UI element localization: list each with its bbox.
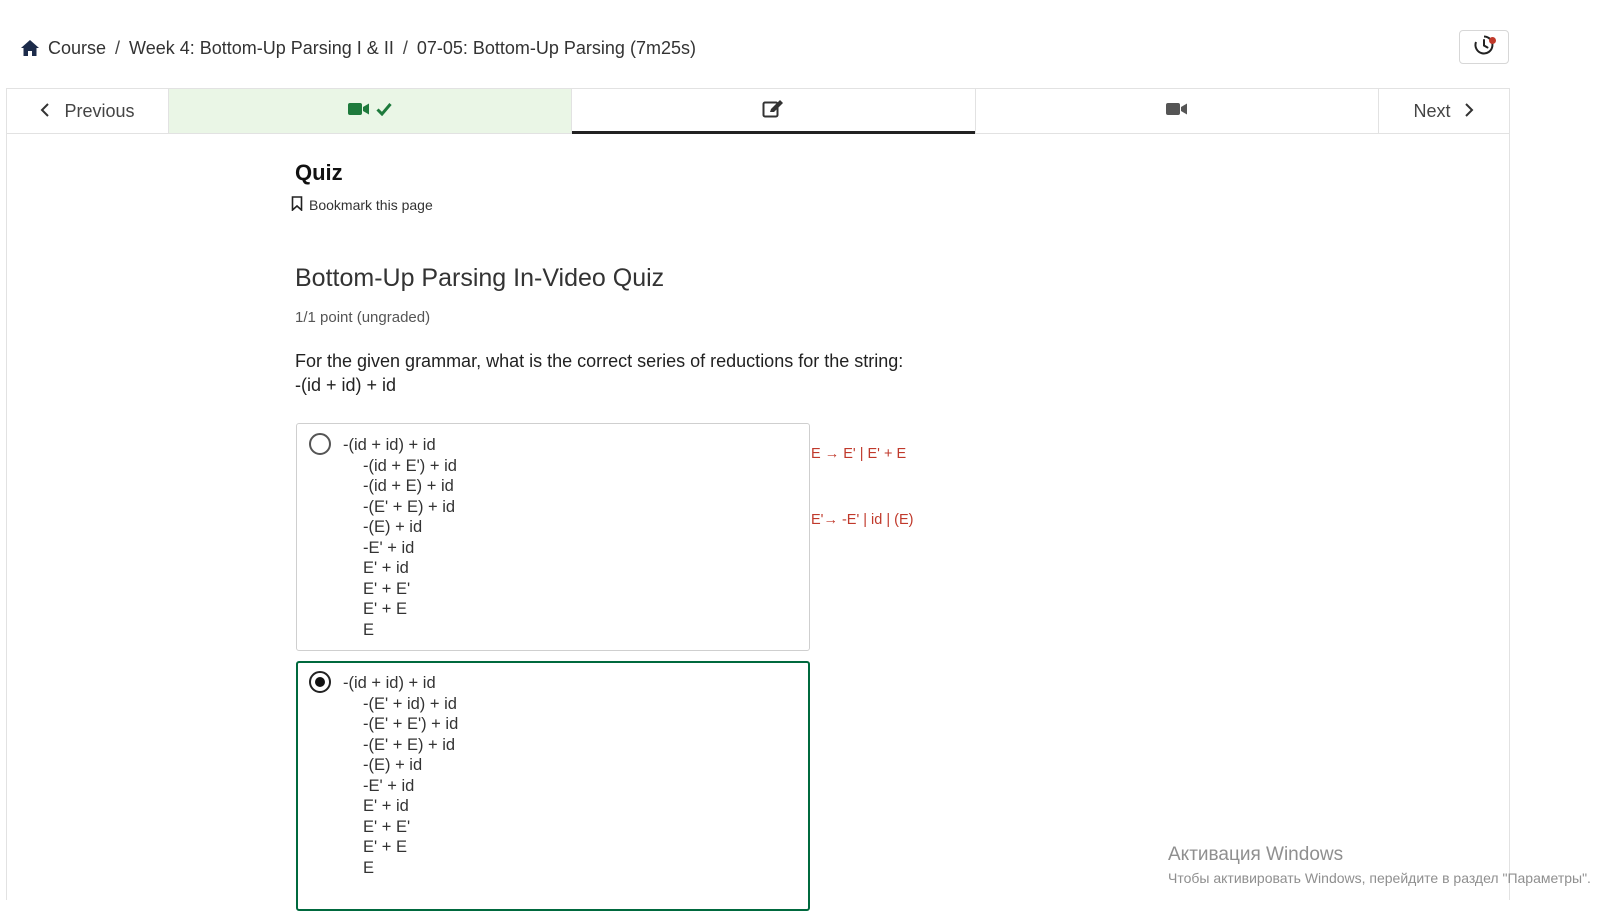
reduction-step: -(E' + E) + id	[363, 735, 456, 754]
reduction-step: -(E' + E') + id	[363, 715, 459, 733]
option-reduction-steps: -(id + id) + id -(E' + id) + id -(E' + E…	[343, 673, 458, 878]
sequence-tab-video[interactable]	[976, 89, 1379, 133]
question-line: For the given grammar, what is the corre…	[295, 351, 904, 371]
reduction-step: E' + E'	[363, 579, 411, 598]
bookmark-button[interactable]: Bookmark this page	[291, 196, 433, 214]
next-label: Next	[1413, 100, 1451, 121]
reduction-step: -(E) + id	[363, 756, 423, 774]
option-reduction-steps: -(id + id) + id -(id + E') + id -(id + E…	[343, 435, 457, 640]
reduction-step: -E' + id	[363, 538, 415, 557]
breadcrumb-separator: /	[402, 38, 408, 58]
problem-title: Bottom-Up Parsing In-Video Quiz	[295, 264, 665, 292]
next-button[interactable]: Next	[1379, 89, 1509, 133]
radio-button-checked[interactable]	[309, 671, 331, 693]
problem-points: 1/1 point (ungraded)	[295, 309, 431, 326]
question-string: -(id + id) + id	[295, 375, 397, 395]
grammar-annotation: E → E' | E' + E E'→ -E' | id | (E)	[811, 399, 914, 553]
reduction-step: E' + E	[363, 838, 407, 856]
watermark-subtitle: Чтобы активировать Windows, перейдите в …	[1168, 870, 1591, 886]
reduction-step: E' + E	[363, 600, 407, 618]
breadcrumb-week-link[interactable]: Week 4: Bottom-Up Parsing I & II	[129, 38, 394, 59]
reduction-step: -(E' + E) + id	[363, 497, 456, 516]
previous-button[interactable]: Previous	[7, 89, 169, 133]
reduction-step: -(E' + id) + id	[363, 694, 457, 713]
grammar-rule: E → E' | E' + E	[811, 446, 907, 462]
watermark-title: Активация Windows	[1168, 844, 1344, 865]
bookmark-icon	[291, 196, 303, 214]
answer-option[interactable]: -(id + id) + id -(id + E') + id -(id + E…	[296, 423, 810, 651]
video-camera-icon	[1165, 102, 1188, 121]
radio-button[interactable]	[309, 433, 331, 455]
previous-label: Previous	[64, 100, 135, 121]
sequence-navigation: Previous Next	[6, 88, 1510, 134]
sequence-tab-video-completed[interactable]	[169, 89, 573, 133]
checkmark-icon	[376, 102, 392, 121]
grammar-rule: E'→ -E' | id | (E)	[811, 512, 914, 528]
reduction-step: E	[363, 858, 375, 877]
reduction-step: -(id + E) + id	[363, 477, 454, 495]
chevron-right-icon	[1464, 101, 1474, 122]
home-icon[interactable]	[20, 39, 42, 59]
reduction-step: -(E) + id	[363, 518, 423, 536]
reduction-step: E' + E'	[363, 817, 411, 836]
reduction-step: E' + id	[363, 797, 409, 815]
windows-activation-watermark: Активация Windows Чтобы активировать Win…	[1168, 844, 1591, 886]
notification-dot	[1489, 37, 1496, 44]
reduction-step: -(id + E') + id	[363, 456, 457, 475]
breadcrumb: Course / Week 4: Bottom-Up Parsing I & I…	[20, 38, 696, 59]
unit-title: Quiz	[295, 160, 343, 185]
breadcrumb-current-unit: 07-05: Bottom-Up Parsing (7m25s)	[416, 38, 696, 58]
reduction-step: E' + id	[363, 559, 409, 577]
chevron-left-icon	[40, 101, 50, 122]
video-camera-icon	[348, 102, 370, 121]
reduction-step: -(id + id) + id	[343, 674, 436, 692]
breadcrumb-course-link[interactable]: Course	[48, 38, 106, 59]
breadcrumb-separator: /	[115, 38, 121, 58]
reduction-step: -(id + id) + id	[343, 436, 436, 454]
question-text: For the given grammar, what is the corre…	[295, 349, 903, 397]
sequence-tab-quiz-active[interactable]	[572, 89, 976, 134]
reduction-step: E	[363, 620, 375, 639]
reduction-step: -E' + id	[363, 776, 415, 795]
edit-icon	[762, 99, 784, 124]
history-button[interactable]	[1459, 30, 1509, 64]
bookmark-label: Bookmark this page	[309, 197, 433, 213]
answer-option-selected[interactable]: -(id + id) + id -(E' + id) + id -(E' + E…	[296, 661, 810, 911]
